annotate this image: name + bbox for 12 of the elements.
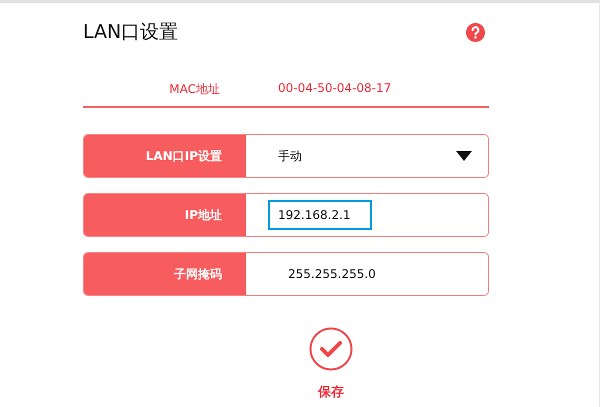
input-field[interactable]: 192.168.2.1 <box>268 200 372 230</box>
page-title: LAN口设置 <box>83 20 178 45</box>
mac-value: 00-04-50-04-08-17 <box>278 81 392 97</box>
save-label[interactable]: 保存 <box>318 383 344 401</box>
help-icon[interactable] <box>466 22 485 42</box>
field-label: IP地址 <box>84 194 246 236</box>
mac-label: MAC地址 <box>168 81 220 98</box>
field-label: 子网掩码 <box>84 253 246 295</box>
save-button[interactable] <box>309 327 353 371</box>
mode-dropdown[interactable]: 手动 <box>278 148 472 164</box>
caret-icon <box>456 151 472 161</box>
field-label: LAN口IP设置 <box>84 135 246 177</box>
